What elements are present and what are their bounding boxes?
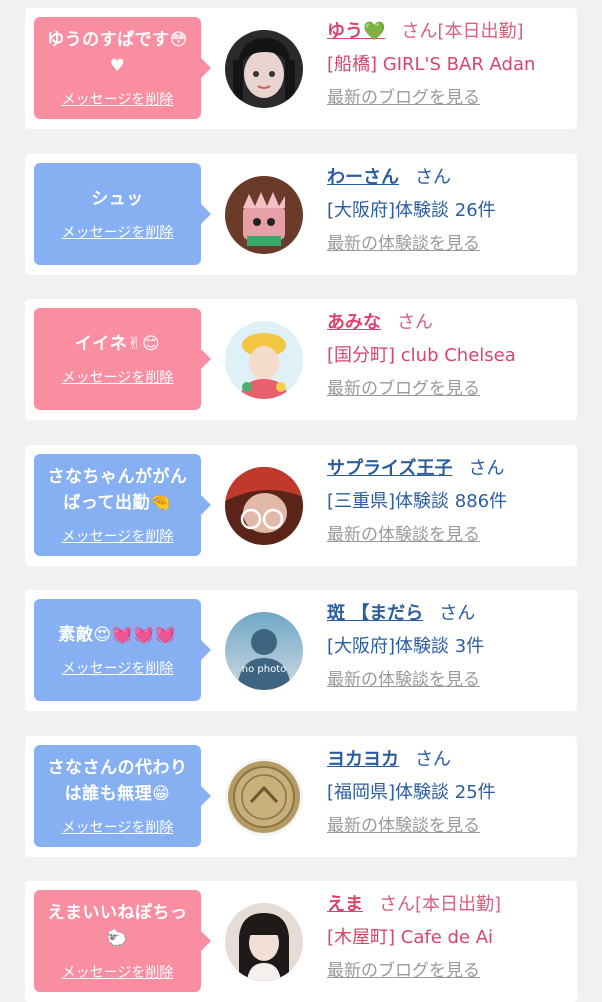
delete-message-link[interactable]: メッセージを削除 — [62, 89, 174, 109]
message-card: さなさんの代わり は誰も無理😁 メッセージを削除 ヨカヨカ さん [福岡県]体験談… — [25, 736, 577, 857]
no-photo-label: no photo — [242, 664, 286, 675]
review-count: [大阪府]体験談 3件 — [327, 636, 485, 657]
avatar-photo-icon — [225, 903, 303, 981]
user-info: ゆう💚 さん[本日出勤] [船橋] GIRL'S BAR Adan 最新のブログを… — [327, 14, 569, 113]
message-card: 素敵😍💓💓💓 メッセージを削除 no photo 斑 【まだら さん [大阪府]… — [25, 590, 577, 711]
message-bubble: えまいいねぽちっ 🐑 メッセージを削除 — [34, 890, 211, 992]
avatar-photo-icon — [225, 176, 303, 254]
latest-blog-link[interactable]: 最新のブログを見る — [327, 83, 569, 113]
delete-message-link[interactable]: メッセージを削除 — [62, 658, 174, 678]
latest-blog-link[interactable]: 最新のブログを見る — [327, 374, 569, 404]
shop-info: [船橋] GIRL'S BAR Adan — [327, 54, 536, 75]
honorific: さん — [397, 312, 433, 333]
user-info: サプライズ王子 さん [三重県]体験談 886件 最新の体験談を見る — [327, 451, 569, 550]
avatar-photo-icon — [225, 467, 303, 545]
message-card: シュッ メッセージを削除 わーさん さん [大阪府]体験談 26件 最新の体験談を… — [25, 154, 577, 275]
honorific: さん — [439, 603, 476, 624]
delete-message-link[interactable]: メッセージを削除 — [62, 367, 174, 387]
coin-icon — [225, 758, 303, 836]
message-bubble: イイネ✌😊 メッセージを削除 — [34, 308, 211, 410]
honorific: さん — [415, 167, 451, 188]
honorific: さん — [415, 749, 451, 770]
message-text: シュッ — [91, 189, 144, 209]
user-avatar[interactable] — [225, 903, 303, 981]
message-card: さなちゃんががん ばって出勤🤏 メッセージを削除 サプライズ王子 さん [三重県]… — [25, 445, 577, 566]
avatar-photo-icon — [225, 30, 303, 108]
review-count: [三重県]体験談 886件 — [327, 491, 508, 512]
message-bubble: 素敵😍💓💓💓 メッセージを削除 — [34, 599, 211, 701]
avatar-photo-icon — [225, 321, 303, 399]
user-avatar[interactable] — [225, 467, 303, 545]
honorific: さん — [401, 21, 438, 42]
user-avatar[interactable] — [225, 321, 303, 399]
message-text: イイネ✌😊 — [74, 334, 161, 354]
message-card: ゆうのすぱです😳 ♥ メッセージを削除 ゆう💚 さん[本日出勤] [船橋] GIR… — [25, 8, 577, 129]
message-bubble: ゆうのすぱです😳 ♥ メッセージを削除 — [34, 17, 211, 119]
status-badge: [本日出勤] — [415, 894, 502, 915]
message-text: ゆうのすぱです😳 ♥ — [47, 30, 188, 76]
user-name-link[interactable]: あみな — [327, 312, 381, 333]
message-text: 素敵😍💓💓💓 — [58, 625, 177, 645]
honorific: さん — [468, 458, 505, 479]
shop-info: [国分町] club Chelsea — [327, 345, 516, 366]
user-avatar[interactable] — [225, 176, 303, 254]
honorific: さん — [379, 894, 415, 915]
latest-blog-link[interactable]: 最新のブログを見る — [327, 956, 569, 986]
latest-review-link[interactable]: 最新の体験談を見る — [327, 229, 569, 259]
user-name-link[interactable]: ヨカヨカ — [327, 749, 399, 770]
delete-message-link[interactable]: メッセージを削除 — [62, 817, 174, 837]
message-bubble: さなちゃんががん ばって出勤🤏 メッセージを削除 — [34, 454, 211, 556]
delete-message-link[interactable]: メッセージを削除 — [62, 222, 174, 242]
user-avatar[interactable] — [225, 758, 303, 836]
shop-info: [木屋町] Cafe de Ai — [327, 927, 494, 948]
user-name-link[interactable]: 斑 【まだら — [327, 603, 423, 624]
latest-review-link[interactable]: 最新の体験談を見る — [327, 811, 569, 841]
no-photo-icon: no photo — [225, 612, 303, 690]
latest-review-link[interactable]: 最新の体験談を見る — [327, 665, 569, 695]
message-card: えまいいねぽちっ 🐑 メッセージを削除 えま さん[本日出勤] [木屋町] Caf… — [25, 881, 577, 1002]
delete-message-link[interactable]: メッセージを削除 — [62, 962, 174, 982]
user-name-link[interactable]: サプライズ王子 — [327, 458, 452, 479]
message-text: さなさんの代わり は誰も無理😁 — [47, 758, 188, 804]
latest-review-link[interactable]: 最新の体験談を見る — [327, 520, 569, 550]
message-text: えまいいねぽちっ 🐑 — [47, 903, 188, 949]
user-info: えま さん[本日出勤] [木屋町] Cafe de Ai 最新のブログを見る — [327, 887, 569, 986]
user-info: わーさん さん [大阪府]体験談 26件 最新の体験談を見る — [327, 160, 569, 259]
user-info: ヨカヨカ さん [福岡県]体験談 25件 最新の体験談を見る — [327, 742, 569, 841]
message-text: さなちゃんががん ばって出勤🤏 — [47, 467, 188, 513]
user-info: あみな さん [国分町] club Chelsea 最新のブログを見る — [327, 305, 569, 404]
user-info: 斑 【まだら さん [大阪府]体験談 3件 最新の体験談を見る — [327, 596, 569, 695]
user-avatar[interactable] — [225, 30, 303, 108]
user-name-link[interactable]: ゆう💚 — [327, 21, 385, 42]
user-name-link[interactable]: わーさん — [327, 167, 399, 188]
user-avatar[interactable]: no photo — [225, 612, 303, 690]
delete-message-link[interactable]: メッセージを削除 — [62, 526, 174, 546]
review-count: [福岡県]体験談 25件 — [327, 782, 496, 803]
message-card: イイネ✌😊 メッセージを削除 あみな さん [国分町] club Chelsea … — [25, 299, 577, 420]
message-bubble: さなさんの代わり は誰も無理😁 メッセージを削除 — [34, 745, 211, 847]
message-bubble: シュッ メッセージを削除 — [34, 163, 211, 265]
message-list: ゆうのすぱです😳 ♥ メッセージを削除 ゆう💚 さん[本日出勤] [船橋] GIR… — [0, 0, 602, 1002]
review-count: [大阪府]体験談 26件 — [327, 200, 496, 221]
status-badge: [本日出勤] — [437, 21, 524, 42]
user-name-link[interactable]: えま — [327, 894, 363, 915]
